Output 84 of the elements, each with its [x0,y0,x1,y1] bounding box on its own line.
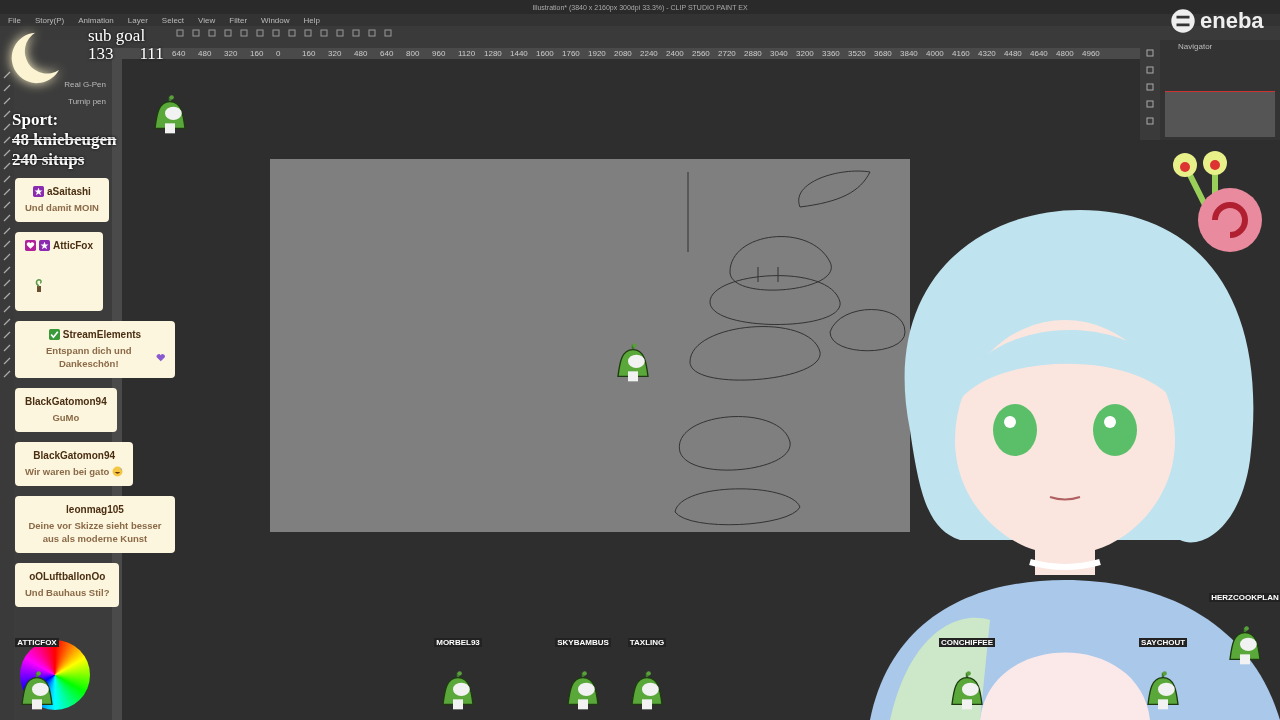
sprout-creature-drawing [630,671,664,711]
ruler-label: 4800 [1056,49,1075,58]
ruler-label: 3520 [848,49,867,58]
sub-tool-item[interactable]: Real G-Pen [64,80,106,89]
ruler-label: 3040 [770,49,789,58]
chat-message: GuMo [52,411,80,424]
chat-username: oOLuftballonOo [29,571,106,582]
ruler-label: 3360 [822,49,841,58]
viewer-name-label: SAYCHOUT [1138,638,1188,647]
ruler-label: 2240 [640,49,659,58]
ruler-label: 800 [406,49,421,58]
ruler-label: 2720 [718,49,737,58]
ruler-label: 160 [302,49,317,58]
menu-item[interactable]: Animation [78,15,114,25]
chat-username: StreamElements [62,329,142,340]
menu-item[interactable]: Help [303,15,320,25]
ruler-label: 2560 [692,49,711,58]
sub-goal-target: 111 [139,45,164,63]
menu-item[interactable]: Select [161,15,185,25]
menu-item[interactable]: View [198,15,216,25]
viewer-name-label: ATTICFOX [15,638,59,647]
chat-message: Und Bauhaus Stil? [25,586,110,599]
viewer-name-label: MORBEL93 [434,638,482,647]
ruler-label: 4960 [1082,49,1101,58]
chat-message: Wir waren bei gato [25,465,110,478]
ruler-label: 3200 [796,49,815,58]
ruler-label: 1120 [458,49,477,58]
sport-goal: 240 situps [12,150,86,170]
ruler-label: 480 [198,49,213,58]
sprout-creature-drawing [441,671,475,711]
sport-goal: 48 kniebeugen [12,130,117,150]
sub-goal-label: sub goal [88,27,147,45]
chat-username: aSaitashi [47,186,91,197]
ruler-label: 640 [172,49,187,58]
ruler-label: 4320 [978,49,997,58]
ruler-label: 1760 [562,49,581,58]
ruler-label: 4160 [952,49,971,58]
viewer-name-label: HERZCOOKPLAN [1209,593,1280,602]
ruler-label: 4000 [926,49,945,58]
chat-message: Entspann dich und Dankeschön! [45,344,133,370]
sport-title: Sport: [12,110,60,130]
sprout-creature-drawing [566,671,600,711]
menu-item[interactable]: Story(P) [34,15,65,25]
chat-username: BlackGatomon94 [25,396,107,407]
menu-item[interactable]: File [8,15,21,25]
ruler-label: 1920 [588,49,607,58]
viewer-name-label: CONCHIFFEE [939,638,995,647]
sub-goal-current: 133 [88,45,114,63]
ruler-label: 3680 [874,49,893,58]
ruler-label: 4480 [1004,49,1023,58]
sprout-creature-drawing [153,95,187,135]
ruler-label: 1440 [510,49,529,58]
ruler-label: 320 [328,49,343,58]
viewer-name-label: SKYBAMBUS [555,638,611,647]
ruler-label: 4640 [1030,49,1049,58]
ruler-label: 320 [224,49,239,58]
ruler-label: 640 [380,49,395,58]
ruler-label: 1280 [484,49,503,58]
menu-item[interactable]: Window [261,15,290,25]
menu-item[interactable]: Filter [229,15,248,25]
ruler-label: 2080 [614,49,633,58]
chat-username: AtticFox [53,240,93,251]
heart-icon [155,351,165,363]
sprout-creature-drawing [1228,626,1262,666]
chat-username: leonmag105 [66,504,124,515]
smiley-icon [112,466,124,477]
chat-message: Deine vor Skizze sieht besser aus als moderne Kunst [27,519,163,545]
ruler-label: 160 [250,49,265,58]
sub-tool-item[interactable]: Turnip pen [68,97,106,106]
chat-message: Und damit MOIN [25,201,99,214]
ruler-label: 2400 [666,49,685,58]
menu-item[interactable]: Layer [127,15,148,25]
ruler-label: 2880 [744,49,763,58]
sprout-creature-drawing [20,671,54,711]
ruler-label: 960 [432,49,447,58]
ruler-label: 1600 [536,49,555,58]
viewer-name-label: TAXLING [627,638,667,647]
ruler-label: 3840 [900,49,919,58]
logo-text: eneba [1200,8,1264,34]
sprout-creature-drawing [616,343,650,383]
chat-username: BlackGatomon94 [33,450,116,461]
ruler-label: 0 [276,49,282,58]
navigator-tab[interactable]: Navigator [1160,42,1280,51]
ruler-label: 480 [354,49,369,58]
